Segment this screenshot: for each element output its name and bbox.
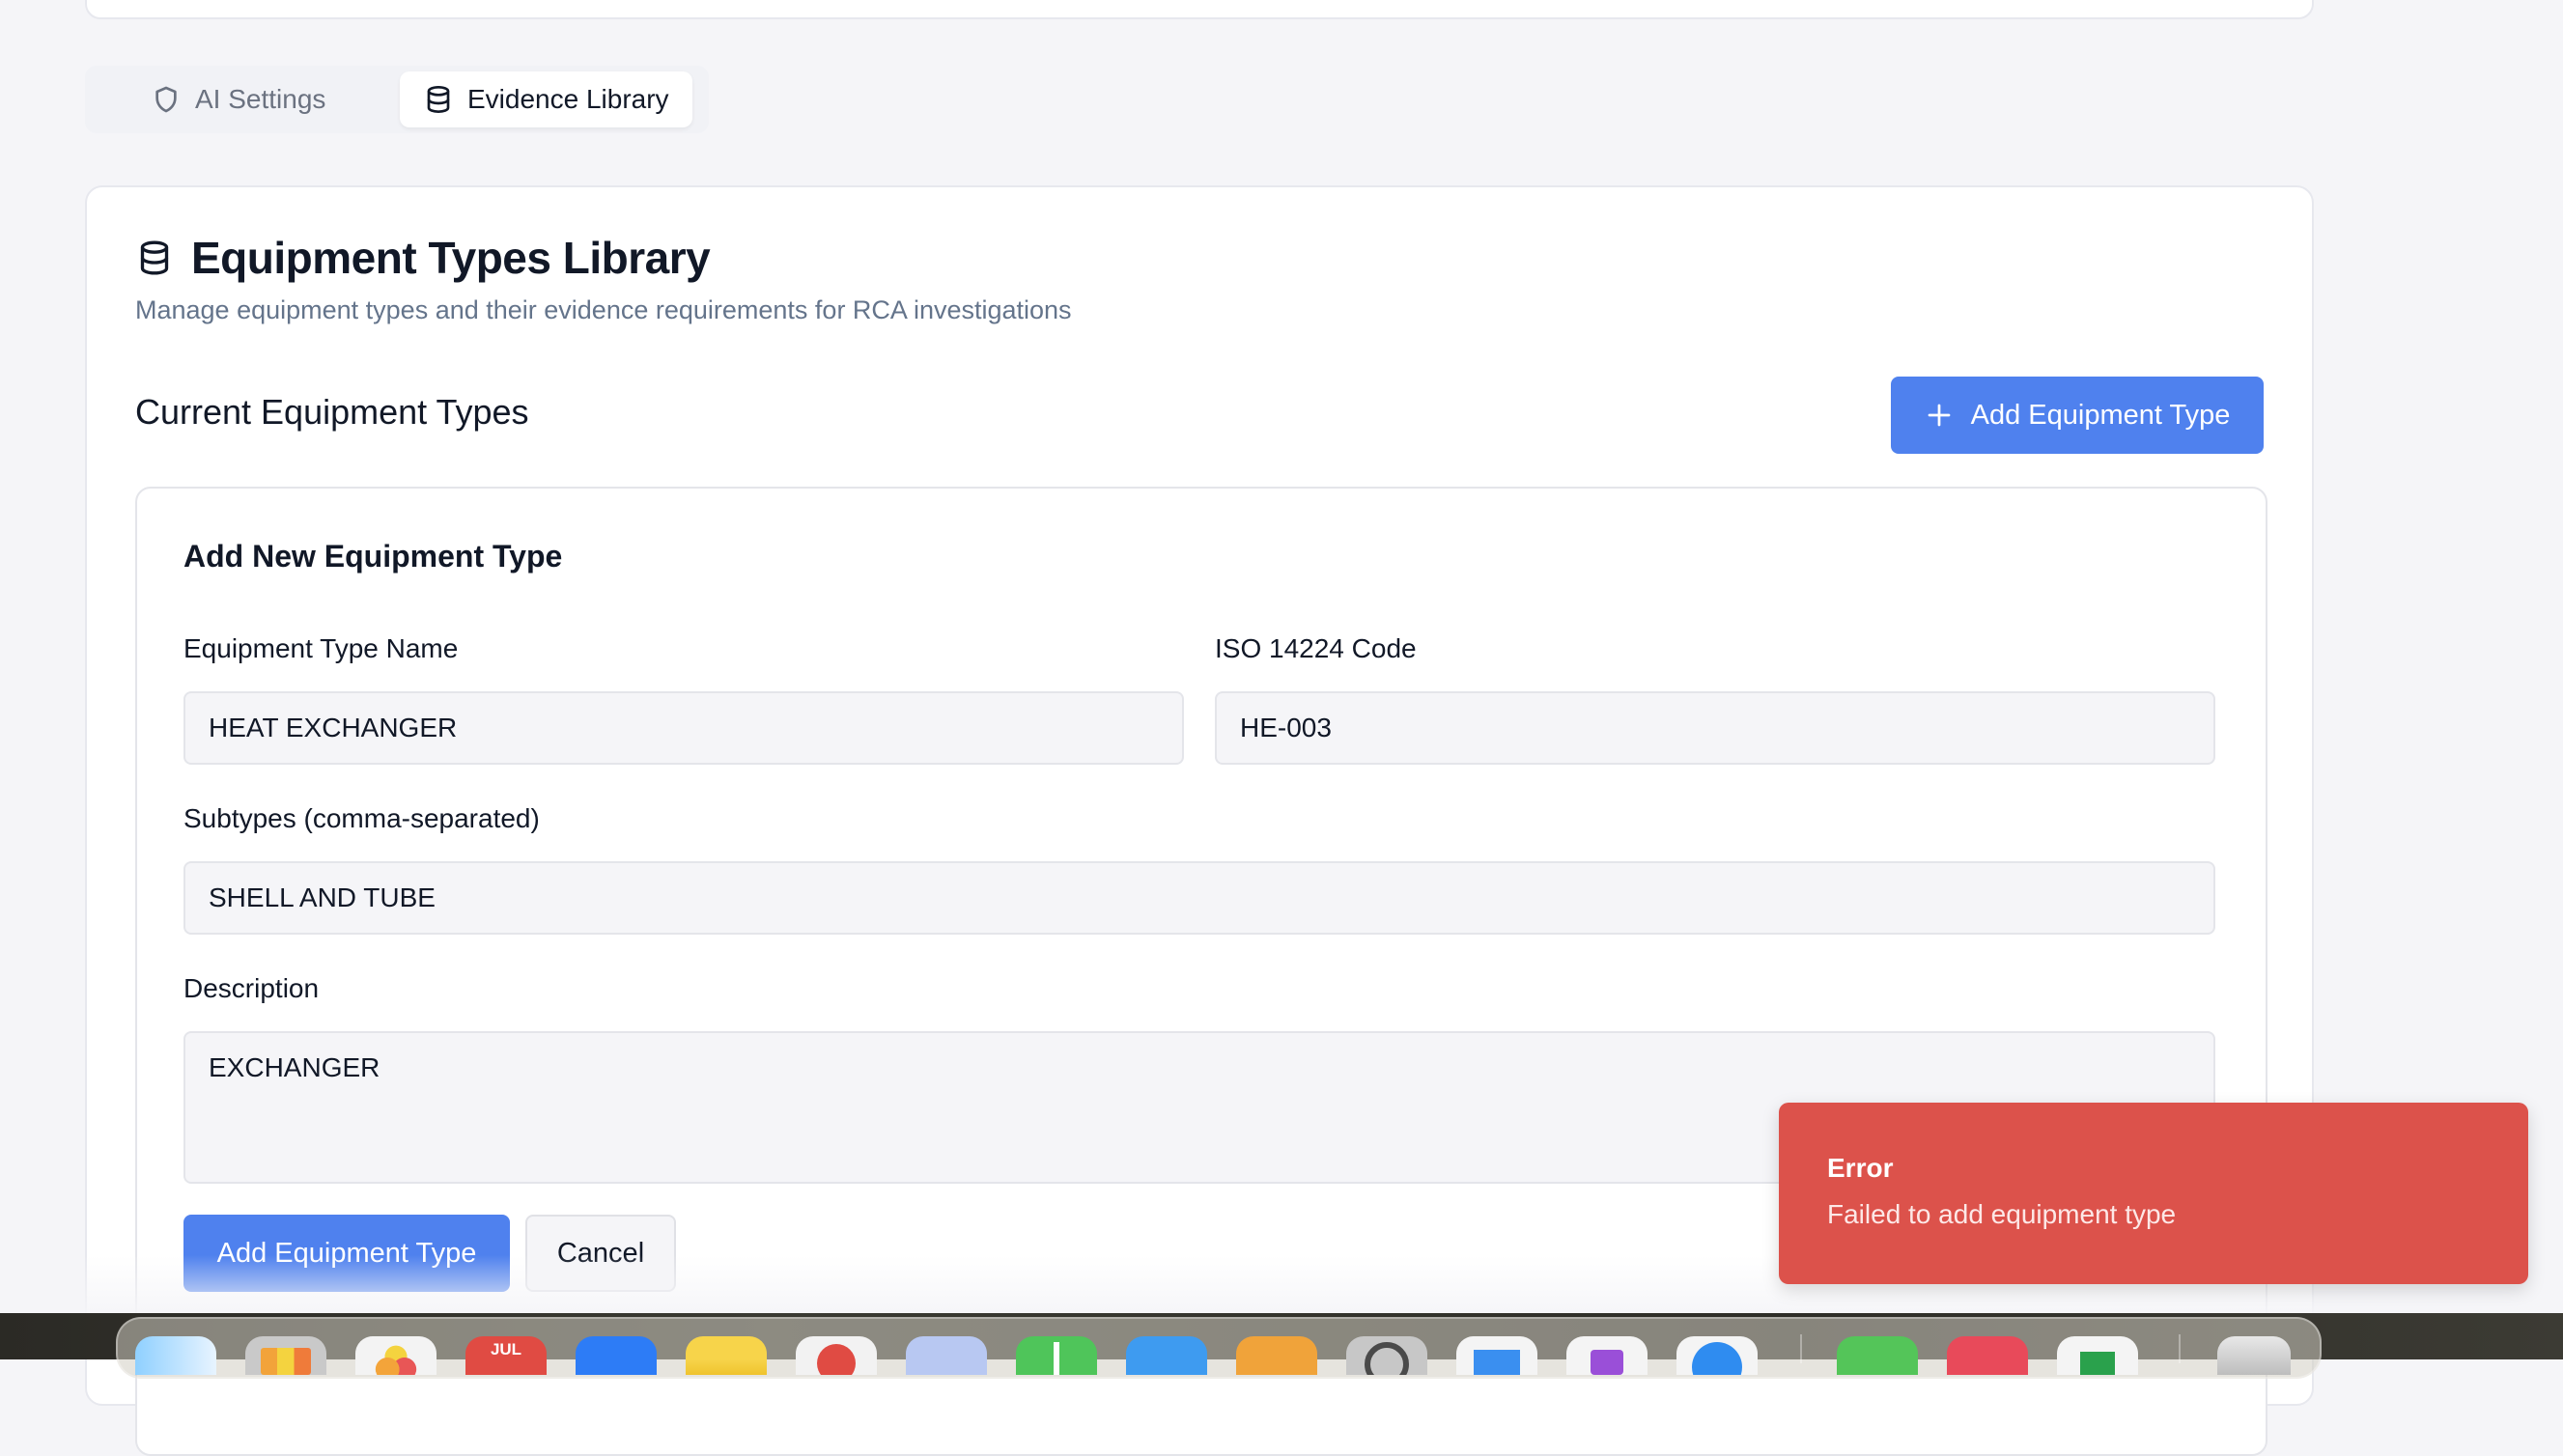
system-settings-icon[interactable] [1346, 1336, 1427, 1375]
input-value: HEAT EXCHANGER [209, 713, 458, 742]
error-toast[interactable]: Error Failed to add equipment type [1779, 1103, 2528, 1284]
description-label: Description [183, 973, 320, 1003]
safari-icon[interactable] [1676, 1336, 1758, 1375]
reminders-icon[interactable] [796, 1336, 877, 1375]
section-title: Current Equipment Types [135, 392, 529, 432]
add-equipment-type-button[interactable]: Add Equipment Type [1891, 377, 2264, 454]
tab-evidence-library[interactable]: Evidence Library [400, 71, 692, 127]
name-label: Equipment Type Name [183, 633, 459, 663]
notes-icon[interactable] [686, 1336, 767, 1375]
photos-icon[interactable] [355, 1336, 437, 1375]
subtypes-input[interactable]: SHELL AND TUBE [183, 861, 2215, 935]
toast-title: Error [1827, 1153, 1894, 1183]
keynote-icon[interactable] [1456, 1336, 1537, 1375]
top-card [85, 0, 2314, 19]
database-icon [140, 240, 169, 275]
page-subtitle: Manage equipment types and their evidenc… [135, 295, 1072, 324]
calendar-month: JUL [490, 1340, 522, 1358]
tab-list: AI Settings Evidence Library [85, 66, 709, 133]
subtypes-label: Subtypes (comma-separated) [183, 803, 540, 833]
podcasts-icon[interactable] [1566, 1336, 1648, 1375]
launchpad-icon[interactable] [245, 1336, 326, 1375]
equipment-name-input[interactable]: HEAT EXCHANGER [183, 691, 1184, 765]
trash-icon[interactable] [2217, 1336, 2291, 1375]
card-header: Equipment Types Library [135, 232, 711, 284]
preview-icon[interactable] [906, 1336, 987, 1375]
page-title: Equipment Types Library [191, 233, 711, 283]
input-value: SHELL AND TUBE [209, 882, 436, 912]
iso-code-label: ISO 14224 Code [1215, 633, 1417, 663]
plus-icon [1928, 404, 1951, 427]
input-value: EXCHANGER [209, 1052, 380, 1082]
shield-icon [155, 86, 177, 113]
form-title: Add New Equipment Type [183, 539, 563, 574]
tab-ai-settings[interactable]: AI Settings [151, 71, 325, 127]
music-icon[interactable] [1947, 1336, 2028, 1375]
calendar-icon[interactable]: JUL [465, 1336, 547, 1375]
finder-icon[interactable] [135, 1336, 216, 1375]
xcode-icon[interactable] [1126, 1336, 1207, 1375]
tab-label: AI Settings [195, 84, 326, 114]
numbers-icon[interactable] [1016, 1336, 1097, 1375]
mail-icon[interactable] [576, 1336, 657, 1375]
database-icon [427, 86, 450, 114]
pages-icon[interactable] [1236, 1336, 1317, 1375]
toast-message: Failed to add equipment type [1827, 1199, 2177, 1229]
iso-code-input[interactable]: HE-003 [1215, 691, 2215, 765]
messages-icon[interactable] [1837, 1336, 1918, 1375]
sheets-icon[interactable] [2057, 1336, 2138, 1375]
button-label: Add Equipment Type [1970, 399, 2231, 431]
input-value: HE-003 [1240, 713, 1332, 742]
tab-label: Evidence Library [467, 84, 669, 114]
